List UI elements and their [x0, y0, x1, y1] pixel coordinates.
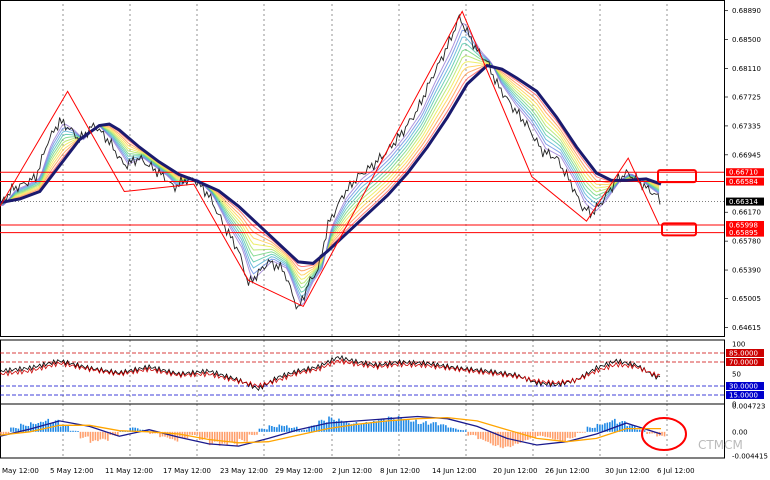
x-tick-label: 2 Jun 12:00: [332, 467, 372, 475]
y-tick-label: 0.64615: [732, 324, 761, 332]
y-tick-label: 0.67335: [732, 122, 761, 130]
y-tick-label: 0.65390: [732, 267, 761, 275]
y-tick-label: 0.65780: [732, 238, 761, 246]
x-tick-label: 14 Jun 12:00: [432, 467, 476, 475]
price-candles: [0, 13, 661, 310]
oscillator-panel: 10050085.000070.000030.000015.0000: [0, 339, 764, 409]
y-tick-label: 0.68110: [732, 65, 761, 73]
y-tick-label: 0.66945: [732, 151, 761, 159]
price-panel: 0.68890 0.68500 0.68110 0.67725 0.67335 0.669…: [0, 0, 764, 458]
watermark: CTMCM: [698, 438, 743, 452]
osc-level-label: 30.0000: [729, 383, 758, 391]
ma-ribbon-line: [0, 49, 660, 289]
osc-level-label: 70.0000: [729, 359, 758, 367]
y-tick-label: 0.68500: [732, 36, 761, 44]
macd-y-tick-label: -0.004415: [732, 453, 768, 461]
price-frame: [0, 0, 725, 337]
y-tick-label: 0.67725: [732, 94, 761, 102]
price-level-label: 0.66584: [729, 178, 758, 186]
x-tick-label: 5 May 12:00: [50, 467, 94, 475]
chart: 0.68890 0.68500 0.68110 0.67725 0.67335 0.669…: [0, 0, 768, 475]
x-tick-label: May 12:00: [2, 467, 39, 475]
x-tick-label: 11 May 12:00: [105, 467, 153, 475]
price-level-label: 0.66710: [729, 169, 758, 177]
macd-y-tick-label: 0.00: [732, 428, 748, 436]
osc-y-tick-label: 100: [732, 341, 745, 349]
x-tick-label: 17 May 12:00: [163, 467, 211, 475]
price-level-label: 0.66314: [729, 198, 758, 206]
x-tick-label: 23 May 12:00: [220, 467, 268, 475]
osc-level-label: 85.0000: [729, 350, 758, 358]
y-tick-label: 0.68890: [732, 7, 761, 15]
macd-frame: [0, 403, 725, 459]
price-level-label: 0.65895: [729, 229, 758, 237]
macd-y-tick-label: 0.004723: [732, 403, 765, 411]
osc-y-tick-label: 50: [732, 371, 741, 379]
x-tick-label: 29 May 12:00: [275, 467, 323, 475]
x-tick-label: 30 Jun 12:00: [605, 467, 649, 475]
x-tick-label: 8 Jun 12:00: [380, 467, 420, 475]
x-tick-label: 20 Jun 12:00: [493, 467, 537, 475]
x-axis: May 12:00 5 May 12:00 11 May 12:00 17 May 1…: [2, 467, 695, 475]
macd-panel: 0.004723 0.00 -0.004415: [0, 403, 768, 461]
y-tick-label: 0.66170: [732, 209, 761, 217]
zigzag-line: [0, 10, 660, 308]
x-tick-label: 6 Jul 12:00: [657, 467, 695, 475]
x-tick-label: 26 Jun 12:00: [545, 467, 589, 475]
osc-level-label: 15.0000: [729, 392, 758, 400]
y-tick-label: 0.65005: [732, 295, 761, 303]
